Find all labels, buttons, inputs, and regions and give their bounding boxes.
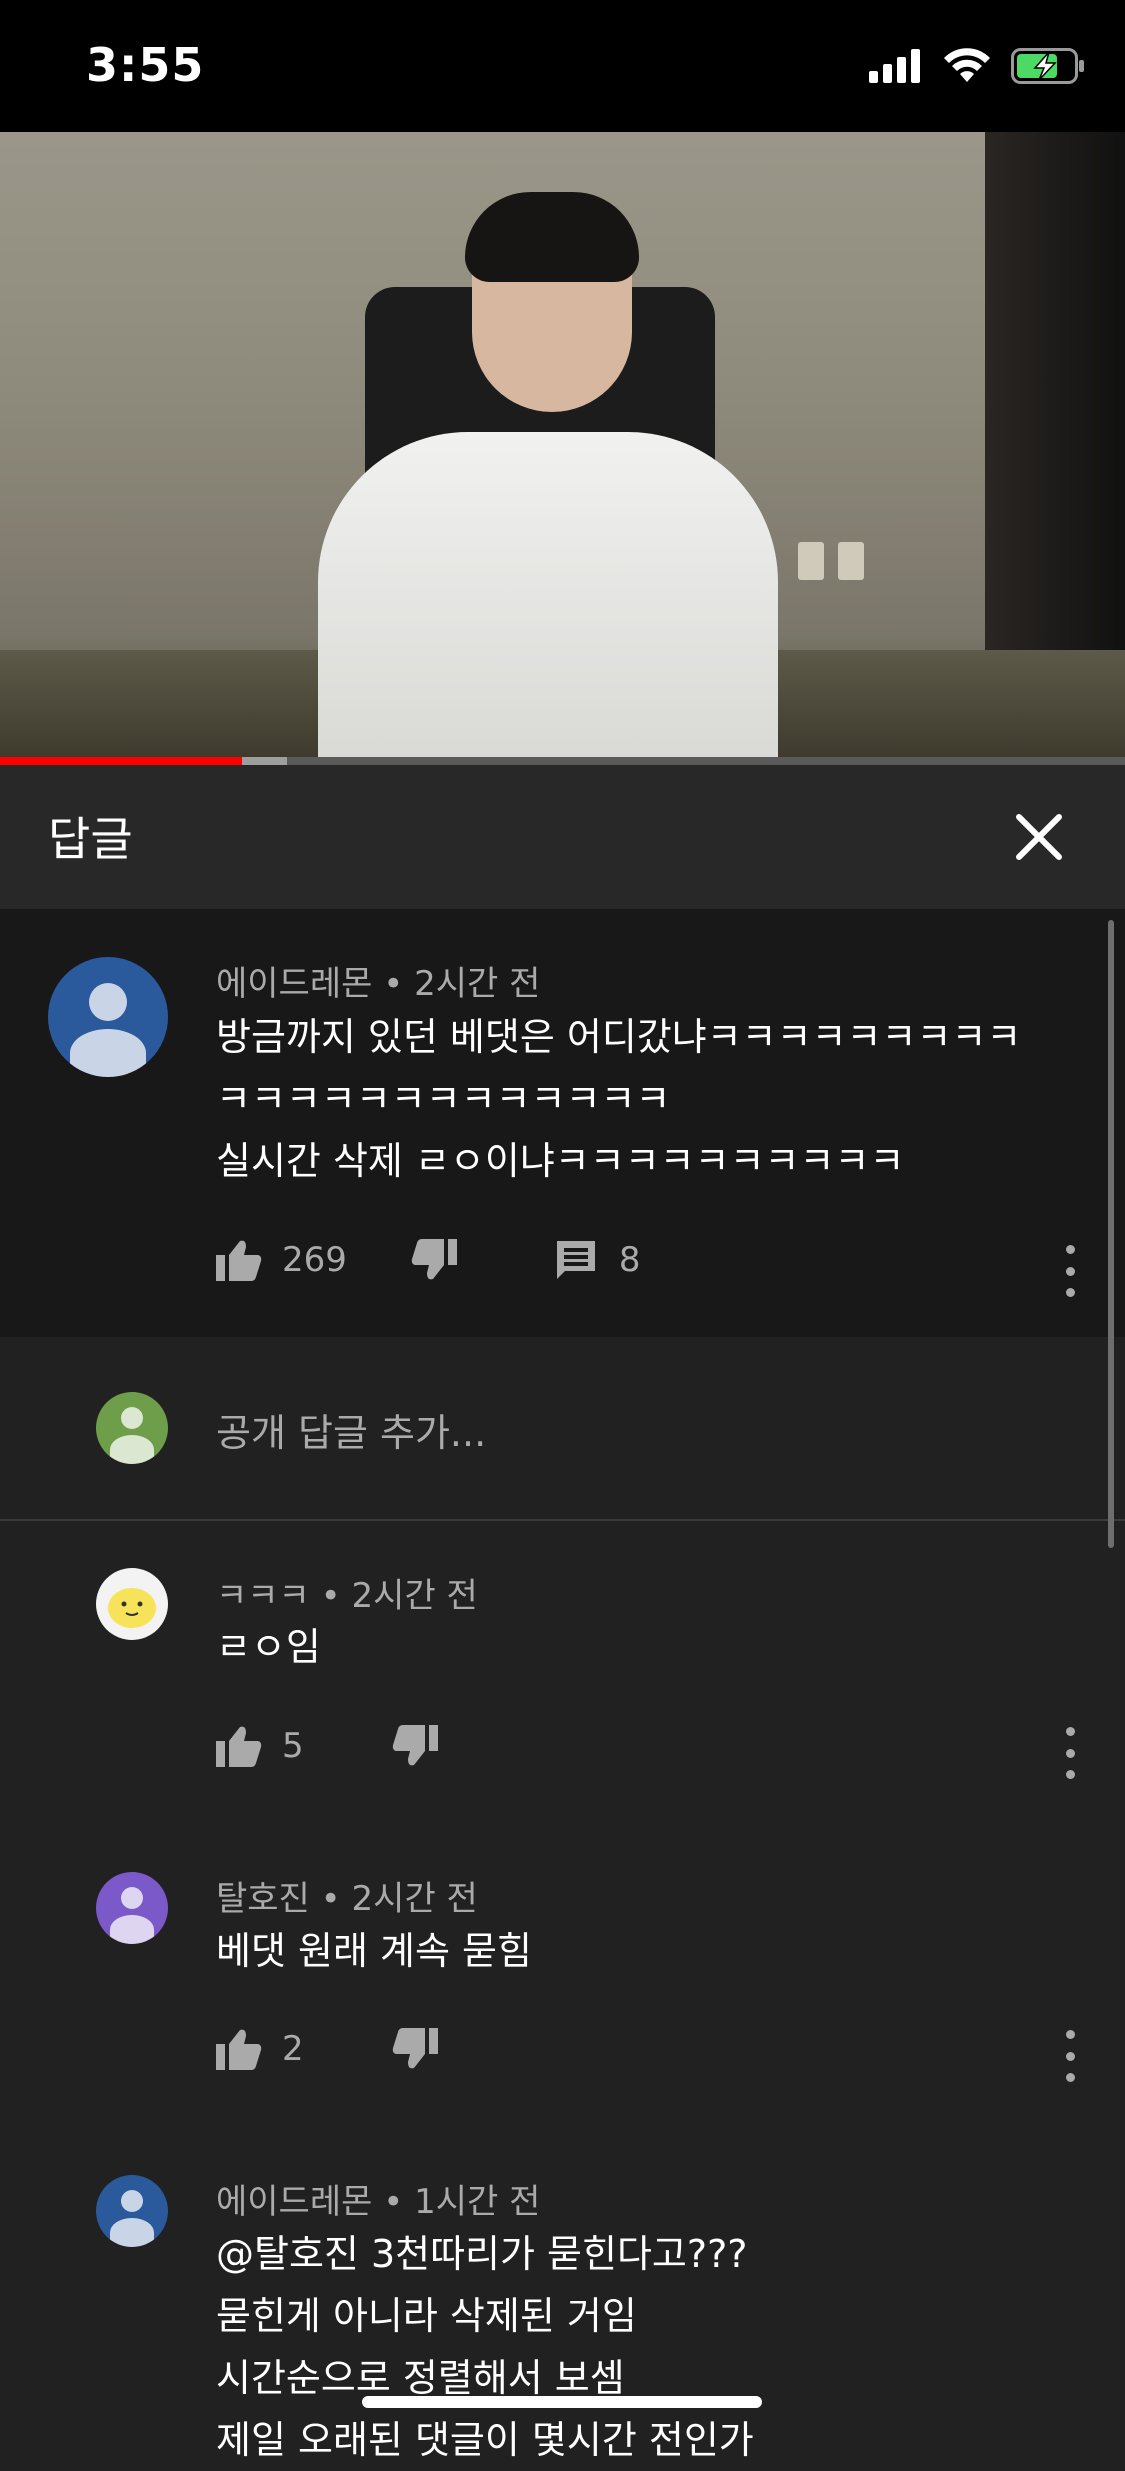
more-options-button[interactable] [1060, 1727, 1080, 1779]
comment-author[interactable]: 에이드레몬 [216, 964, 372, 1004]
add-reply-input[interactable]: 공개 답글 추가... [216, 1402, 486, 1457]
like-count: 5 [282, 1726, 304, 1766]
comment-line: ㅋㅋㅋㅋㅋㅋㅋㅋㅋㅋㅋㅋㅋ [216, 1077, 671, 1121]
thumb-up-icon [216, 1240, 262, 1281]
comment-line: ㄹㅇ임 [216, 1625, 321, 1669]
avatar[interactable] [96, 2175, 168, 2247]
dislike-button[interactable] [411, 1239, 457, 1281]
comment-line: 제일 오래된 댓글이 몇시간 전인가 [216, 2418, 754, 2462]
comment-line: 묻힌게 아니라 삭제된 거임 [216, 2294, 637, 2338]
meta-separator: • [320, 1576, 352, 1616]
replies-header: 답글 [0, 765, 1125, 909]
comment-line: 베댓 원래 계속 묻힘 [216, 1929, 532, 1973]
video-player[interactable] [0, 132, 1125, 760]
comment-time: 2시간 전 [351, 1576, 478, 1616]
dislike-button[interactable] [392, 2028, 438, 2070]
meta-separator: • [383, 2182, 415, 2222]
meta-separator: • [320, 1879, 352, 1919]
meta-separator: • [383, 964, 415, 1004]
scrollbar[interactable] [1108, 920, 1114, 1548]
home-indicator[interactable] [362, 2396, 762, 2408]
avatar[interactable] [96, 1872, 168, 1944]
comment-meta: 탈호진 • 2시간 전 [216, 1871, 478, 1920]
comment-meta: ㅋㅋㅋ • 2시간 전 [216, 1568, 478, 1617]
comment-text: @탈호진 3천따리가 묻힌다고??? 묻힌게 아니라 삭제된 거임 시간순으로 … [216, 2223, 754, 2471]
close-button[interactable] [1013, 811, 1065, 863]
comment-text: 방금까지 있던 베댓은 어디갔냐ㅋㅋㅋㅋㅋㅋㅋㅋㅋ ㅋㅋㅋㅋㅋㅋㅋㅋㅋㅋㅋㅋㅋ … [216, 1006, 1021, 1192]
comment-actions: 5 [216, 1725, 438, 1767]
video-person-torso [318, 432, 778, 760]
more-vert-icon [1065, 2030, 1075, 2039]
status-time: 3:55 [86, 38, 205, 92]
comment-time: 2시간 전 [414, 964, 541, 1004]
video-outlet [838, 542, 864, 580]
comment-line: @탈호진 3천따리가 묻힌다고??? [216, 2232, 748, 2276]
like-button[interactable]: 269 [216, 1239, 347, 1281]
comment-actions: 269 8 [216, 1239, 641, 1281]
like-button[interactable]: 2 [216, 2028, 304, 2070]
comment-time: 2시간 전 [351, 1879, 478, 1919]
comment-meta: 에이드레몬 • 1시간 전 [216, 2174, 540, 2223]
more-vert-icon [1065, 1727, 1075, 1736]
comment-line: 방금까지 있던 베댓은 어디갔냐ㅋㅋㅋㅋㅋㅋㅋㅋㅋ [216, 1015, 1022, 1059]
comment-text: ㄹㅇ임 [216, 1616, 321, 1678]
thumb-down-icon [392, 1725, 438, 1766]
thumb-up-icon [216, 2029, 262, 2070]
replies-title: 답글 [48, 812, 133, 866]
comment-line: 실시간 삭제 ㄹㅇ이냐ㅋㅋㅋㅋㅋㅋㅋㅋㅋㅋ [216, 1139, 905, 1183]
like-count: 2 [282, 2029, 304, 2069]
like-button[interactable]: 5 [216, 1725, 304, 1767]
comment-author[interactable]: 탈호진 [216, 1879, 310, 1919]
avatar[interactable] [48, 957, 168, 1077]
parent-comment: 에이드레몬 • 2시간 전 방금까지 있던 베댓은 어디갔냐ㅋㅋㅋㅋㅋㅋㅋㅋㅋ … [0, 909, 1125, 1337]
reply-comment-icon [556, 1241, 595, 1279]
reply-count: 8 [618, 1240, 641, 1280]
status-icons [869, 48, 1085, 84]
thumb-down-icon [411, 1239, 457, 1280]
dislike-button[interactable] [392, 1725, 438, 1767]
video-outlet [798, 542, 824, 580]
more-options-button[interactable] [1060, 1245, 1080, 1297]
signal-icon [869, 49, 920, 83]
comment-author[interactable]: ㅋㅋㅋ [216, 1576, 310, 1616]
video-progress-bar[interactable] [0, 757, 1125, 765]
comment-meta: 에이드레몬 • 2시간 전 [216, 956, 540, 1005]
thumb-down-icon [392, 2028, 438, 2069]
add-reply-row [0, 1337, 1125, 1521]
like-count: 269 [282, 1240, 347, 1280]
comment-text: 베댓 원래 계속 묻힘 [216, 1920, 532, 1982]
comment-actions: 2 [216, 2028, 438, 2070]
video-person-hair [465, 192, 639, 282]
avatar [96, 1392, 168, 1464]
progress-played [0, 757, 242, 765]
more-options-button[interactable] [1060, 2030, 1080, 2082]
emoji-avatar-icon [108, 1588, 156, 1628]
reply-button[interactable]: 8 [555, 1239, 641, 1281]
more-vert-icon [1065, 1245, 1075, 1254]
comment-time: 1시간 전 [414, 2182, 541, 2222]
thumb-up-icon [216, 1726, 262, 1767]
comment-author[interactable]: 에이드레몬 [216, 2182, 372, 2222]
wifi-icon [944, 48, 990, 82]
battery-charging-icon [1011, 48, 1084, 84]
status-bar: 3:55 [0, 0, 1125, 132]
close-icon [1016, 814, 1062, 860]
avatar[interactable] [96, 1568, 168, 1640]
